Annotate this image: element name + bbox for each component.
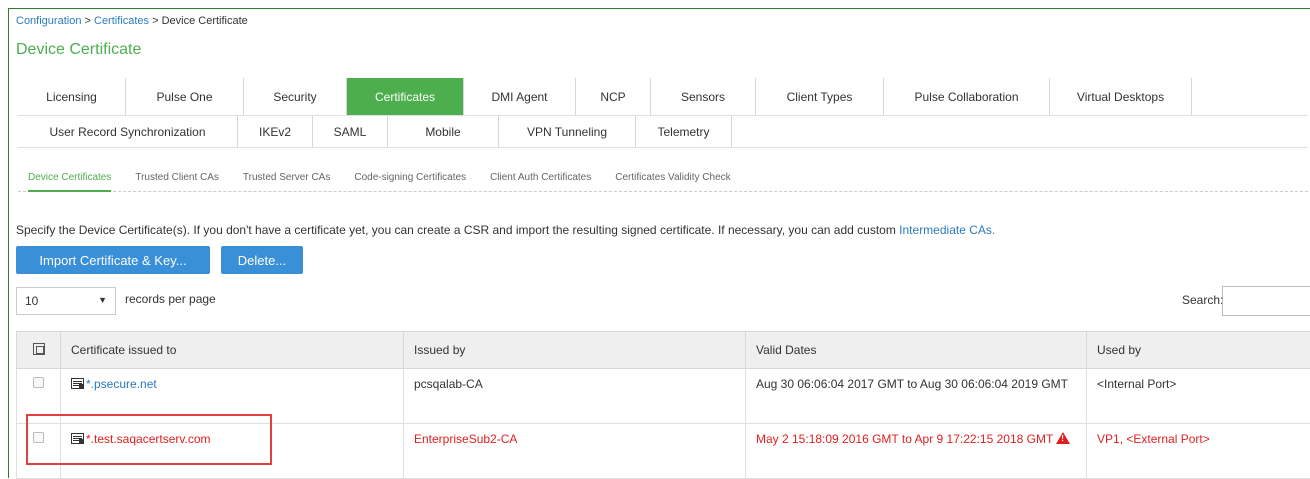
- tab-certificates[interactable]: Certificates: [347, 78, 464, 115]
- tab-pulse-one[interactable]: Pulse One: [126, 78, 244, 115]
- subtab-device-certificates[interactable]: Device Certificates: [28, 170, 111, 192]
- chevron-down-icon: ▼: [98, 295, 107, 305]
- issued-by-cell: EnterpriseSub2-CA: [404, 424, 746, 479]
- tab-virtual-desktops[interactable]: Virtual Desktops: [1050, 78, 1192, 115]
- issued-by-cell: pcsqalab-CA: [404, 369, 746, 424]
- tab-saml[interactable]: SAML: [313, 116, 388, 147]
- breadcrumb: Configuration > Certificates > Device Ce…: [16, 15, 248, 27]
- tab-dmi-agent[interactable]: DMI Agent: [464, 78, 576, 115]
- tab-vpn-tunneling[interactable]: VPN Tunneling: [499, 116, 636, 147]
- tab-ncp[interactable]: NCP: [576, 78, 651, 115]
- breadcrumb-current: Device Certificate: [162, 15, 248, 27]
- breadcrumb-configuration[interactable]: Configuration: [16, 15, 81, 27]
- warning-icon: [1056, 432, 1070, 444]
- intermediate-cas-link[interactable]: Intermediate CAs.: [899, 223, 995, 237]
- page-title: Device Certificate: [16, 41, 141, 59]
- certificates-table: Certificate issued to Issued by Valid Da…: [16, 331, 1310, 479]
- description: Specify the Device Certificate(s). If yo…: [16, 223, 995, 237]
- header-issued-to[interactable]: Certificate issued to: [61, 332, 404, 369]
- delete-button[interactable]: Delete...: [221, 246, 303, 274]
- subtab-trusted-server-cas[interactable]: Trusted Server CAs: [243, 170, 330, 191]
- table-header-row: Certificate issued to Issued by Valid Da…: [17, 332, 1310, 369]
- sub-tabs: Device Certificates Trusted Client CAs T…: [18, 170, 1308, 192]
- header-issued-by[interactable]: Issued by: [404, 332, 746, 369]
- row-checkbox[interactable]: [33, 377, 44, 388]
- certificate-link[interactable]: *.test.saqacertserv.com: [86, 432, 211, 446]
- page-size-value: 10: [25, 294, 38, 308]
- valid-dates-cell: May 2 15:18:09 2016 GMT to Apr 9 17:22:1…: [746, 424, 1087, 479]
- row-checkbox[interactable]: [33, 432, 44, 443]
- subtab-certificates-validity-check[interactable]: Certificates Validity Check: [615, 170, 730, 191]
- search-label: Search:: [1182, 293, 1223, 307]
- select-all-header[interactable]: [17, 332, 61, 369]
- subtab-code-signing-certificates[interactable]: Code-signing Certificates: [354, 170, 466, 191]
- used-by-text: , <External Port>: [1120, 432, 1210, 446]
- tab-client-types[interactable]: Client Types: [756, 78, 884, 115]
- breadcrumb-separator: >: [152, 15, 158, 27]
- used-by-cell: <Internal Port>: [1087, 369, 1310, 424]
- import-certificate-button[interactable]: Import Certificate & Key...: [16, 246, 210, 274]
- vp1-link[interactable]: VP1: [1097, 432, 1120, 446]
- valid-dates-cell: Aug 30 06:06:04 2017 GMT to Aug 30 06:06…: [746, 369, 1087, 424]
- tab-mobile[interactable]: Mobile: [388, 116, 499, 147]
- tab-user-record-synchronization[interactable]: User Record Synchronization: [18, 116, 238, 147]
- page-size-select[interactable]: 10 ▼: [16, 287, 116, 315]
- breadcrumb-separator: >: [85, 15, 91, 27]
- breadcrumb-certificates[interactable]: Certificates: [94, 15, 149, 27]
- certificate-link[interactable]: *.psecure.net: [86, 377, 157, 391]
- header-valid-dates[interactable]: Valid Dates: [746, 332, 1087, 369]
- search-input[interactable]: [1222, 286, 1310, 316]
- header-used-by[interactable]: Used by: [1087, 332, 1310, 369]
- used-by-cell: VP1, <External Port>: [1087, 424, 1310, 479]
- records-per-page-label: records per page: [125, 292, 216, 306]
- valid-dates-text: May 2 15:18:09 2016 GMT to Apr 9 17:22:1…: [756, 432, 1053, 446]
- table-row: *.test.saqacertserv.com EnterpriseSub2-C…: [17, 424, 1310, 479]
- subtab-trusted-client-cas[interactable]: Trusted Client CAs: [135, 170, 219, 191]
- main-tabs: Licensing Pulse One Security Certificate…: [18, 78, 1308, 148]
- certificate-icon: [71, 433, 84, 444]
- table-row: *.psecure.net pcsqalab-CA Aug 30 06:06:0…: [17, 369, 1310, 424]
- tab-pulse-collaboration[interactable]: Pulse Collaboration: [884, 78, 1050, 115]
- tab-sensors[interactable]: Sensors: [651, 78, 756, 115]
- certificate-icon: [71, 378, 84, 389]
- tab-ikev2[interactable]: IKEv2: [238, 116, 313, 147]
- description-text: Specify the Device Certificate(s). If yo…: [16, 223, 896, 237]
- tab-licensing[interactable]: Licensing: [18, 78, 126, 115]
- tab-security[interactable]: Security: [244, 78, 347, 115]
- tab-telemetry[interactable]: Telemetry: [636, 116, 732, 147]
- subtab-client-auth-certificates[interactable]: Client Auth Certificates: [490, 170, 591, 191]
- select-all-checkbox[interactable]: [33, 343, 45, 355]
